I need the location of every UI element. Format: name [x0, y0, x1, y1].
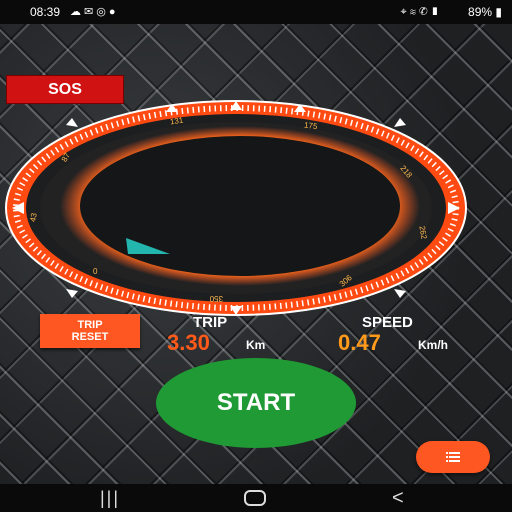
gauge-marker [394, 289, 406, 298]
gauge-tick-label: 131 [169, 116, 184, 127]
battery-percent: 89% ▮ [468, 0, 502, 24]
trip-distance-value: 3.30 [167, 330, 210, 355]
trip-reset-label-line2: RESET [71, 331, 109, 343]
speedometer-gauge: 0 43 87 131 175 218 262 306 350 [5, 100, 467, 316]
system-icons: ⌖≋✆▮ [401, 0, 442, 24]
trip-reset-button[interactable]: TRIP RESET [40, 314, 140, 348]
gauge-marker [66, 118, 78, 127]
notification-icons: ☁✉◎● [70, 0, 118, 24]
navigation-bar: ||| < [0, 484, 512, 512]
wifi-icon: ≋ [409, 6, 419, 18]
recents-button[interactable]: ||| [100, 486, 120, 510]
menu-fab-button[interactable] [416, 441, 490, 473]
list-icon [446, 452, 460, 462]
start-button[interactable]: START [156, 358, 356, 448]
signal-icon: ▮ [430, 6, 442, 18]
gauge-marker [394, 118, 406, 127]
gauge-tick-label: 175 [303, 120, 318, 131]
trip-distance-unit: Km [246, 338, 266, 352]
gauge-tick-label: 350 [209, 294, 223, 303]
mail-icon: ✉ [84, 6, 97, 18]
trip-title: TRIP [193, 314, 228, 331]
gauge-tick-label: 0 [93, 267, 98, 276]
instagram-icon: ◎ [96, 6, 109, 18]
battery-text: 89% [468, 5, 493, 19]
app-icon: ● [108, 6, 119, 18]
location-icon: ⌖ [400, 6, 410, 18]
status-time: 08:39 [30, 5, 61, 19]
speed-unit: Km/h [418, 338, 448, 352]
trip-reset-label-line1: TRIP [77, 319, 103, 331]
call-icon: ✆ [418, 6, 431, 18]
back-button[interactable]: < [392, 486, 404, 510]
cloud-icon: ☁ [70, 6, 84, 18]
battery-icon: ▮ [495, 5, 502, 19]
gauge-marker [66, 289, 78, 298]
gauge-center [80, 136, 400, 276]
status-bar: 08:39 ☁✉◎● ⌖≋✆▮ 89% ▮ [0, 0, 512, 24]
speed-title: SPEED [362, 314, 413, 331]
home-button[interactable] [244, 490, 266, 506]
speed-value: 0.47 [338, 330, 381, 355]
